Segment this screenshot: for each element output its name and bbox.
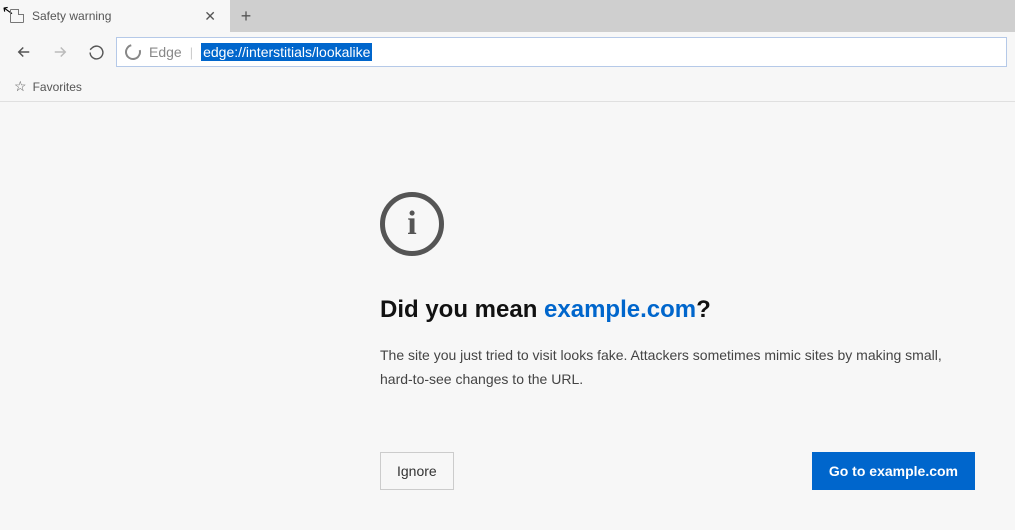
favorites-star-icon[interactable]: ☆ <box>14 78 27 95</box>
favorites-label[interactable]: Favorites <box>33 80 82 94</box>
edge-logo-icon <box>125 44 141 60</box>
favorites-bar: ☆ Favorites <box>0 72 1015 102</box>
go-to-site-button[interactable]: Go to example.com <box>812 452 975 490</box>
page-icon <box>10 9 24 23</box>
browser-toolbar: Edge | edge://interstitials/lookalike <box>0 32 1015 72</box>
provider-label: Edge <box>149 44 182 60</box>
refresh-button[interactable] <box>80 36 112 68</box>
back-button[interactable] <box>8 36 40 68</box>
close-tab-icon[interactable]: ✕ <box>200 6 220 27</box>
page-headline: Did you mean example.com? <box>380 296 975 324</box>
url-text[interactable]: edge://interstitials/lookalike <box>201 43 372 61</box>
tab-title: Safety warning <box>32 9 192 23</box>
headline-domain-link[interactable]: example.com <box>544 296 696 323</box>
address-bar[interactable]: Edge | edge://interstitials/lookalike <box>116 37 1007 67</box>
tab-strip: Safety warning ✕ + <box>0 0 1015 32</box>
forward-button <box>44 36 76 68</box>
interstitial-content: i Did you mean example.com? The site you… <box>0 102 1015 530</box>
ignore-button[interactable]: Ignore <box>380 452 454 490</box>
warning-body-text: The site you just tried to visit looks f… <box>380 344 975 392</box>
browser-tab[interactable]: Safety warning ✕ <box>0 0 230 32</box>
button-row: Ignore Go to example.com <box>380 452 975 490</box>
headline-suffix: ? <box>696 296 711 323</box>
headline-prefix: Did you mean <box>380 296 544 323</box>
new-tab-button[interactable]: + <box>230 0 262 32</box>
info-icon: i <box>380 192 444 256</box>
omnibox-separator: | <box>190 45 193 60</box>
